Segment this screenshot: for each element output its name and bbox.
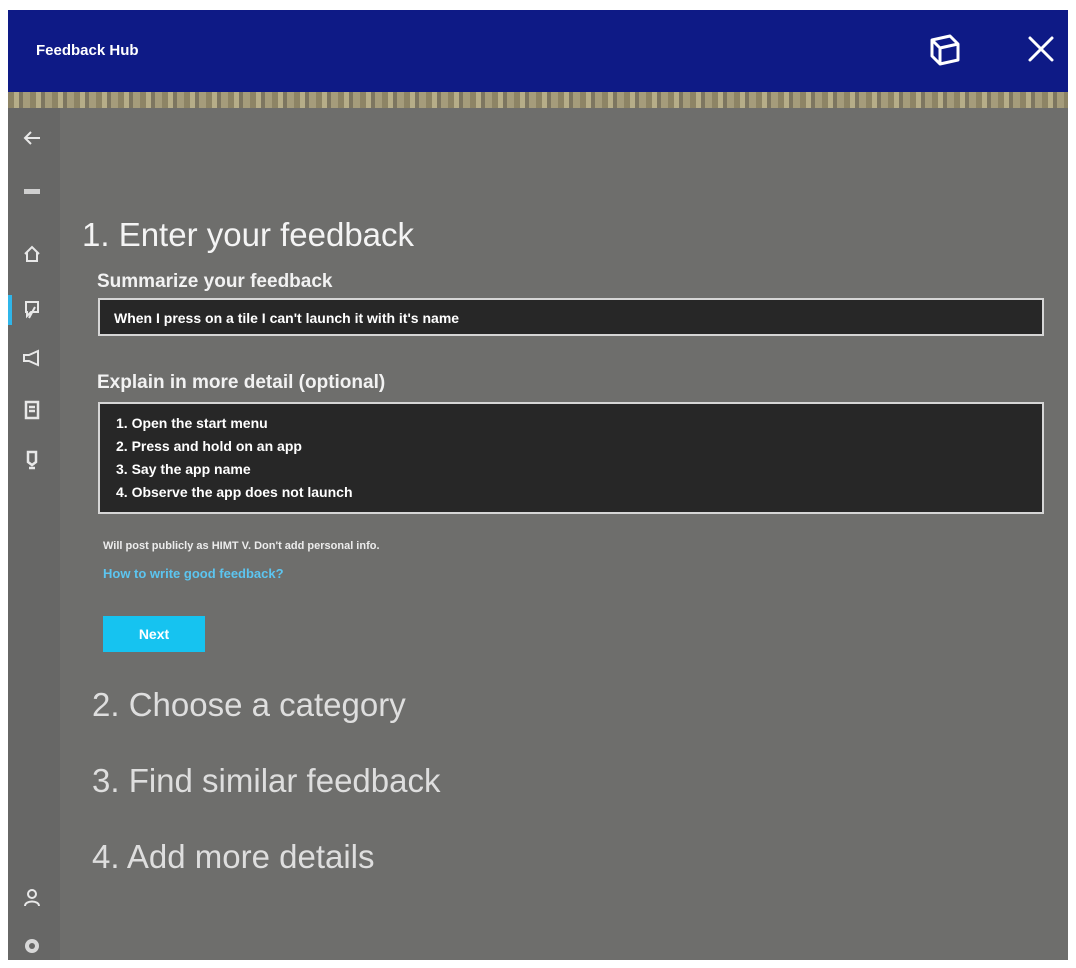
step-1-title: 1. Enter your feedback bbox=[82, 216, 415, 253]
window-edge bbox=[8, 92, 1068, 108]
back-arrow-icon bbox=[14, 126, 50, 150]
step-4-title[interactable]: 4. Add more details bbox=[92, 838, 375, 876]
step-3-title[interactable]: 3. Find similar feedback bbox=[92, 762, 440, 800]
active-indicator bbox=[8, 295, 12, 325]
privacy-notice: Will post publicly as HIMT V. Don't add … bbox=[103, 540, 380, 552]
feedback-icon bbox=[14, 298, 50, 322]
sidebar-item-home[interactable] bbox=[14, 236, 50, 272]
main-content: 1. Enter your feedback Summarize your fe… bbox=[60, 108, 1068, 960]
sidebar-item-profile[interactable] bbox=[14, 880, 50, 916]
sidebar-item-settings[interactable] bbox=[14, 928, 50, 960]
detail-line: 3. Say the app name bbox=[116, 461, 251, 477]
close-icon bbox=[1016, 24, 1066, 74]
detail-textarea[interactable]: 1. Open the start menu 2. Press and hold… bbox=[98, 402, 1044, 514]
quests-icon bbox=[14, 398, 50, 422]
tile-window-button[interactable] bbox=[920, 24, 970, 74]
sidebar-item-achievements[interactable] bbox=[14, 442, 50, 478]
help-link[interactable]: How to write good feedback? bbox=[103, 566, 284, 581]
summary-input[interactable]: When I press on a tile I can't launch it… bbox=[98, 298, 1044, 336]
sidebar-item-quests[interactable] bbox=[14, 392, 50, 428]
tile-window-icon bbox=[920, 24, 970, 74]
app-title: Feedback Hub bbox=[36, 42, 139, 59]
sidebar-item-feedback[interactable] bbox=[14, 292, 50, 328]
detail-label: Explain in more detail (optional) bbox=[97, 372, 386, 393]
sidebar bbox=[8, 108, 60, 960]
detail-line: 4. Observe the app does not launch bbox=[116, 484, 353, 500]
sidebar-item-announcements[interactable] bbox=[14, 340, 50, 376]
step-2-title[interactable]: 2. Choose a category bbox=[92, 686, 406, 724]
sidebar-item-menu[interactable] bbox=[14, 174, 50, 210]
person-icon bbox=[14, 886, 50, 910]
next-button[interactable]: Next bbox=[103, 616, 205, 652]
achievements-icon bbox=[14, 448, 50, 472]
detail-line: 1. Open the start menu bbox=[116, 415, 268, 431]
sidebar-item-back[interactable] bbox=[14, 120, 50, 156]
hamburger-icon bbox=[14, 180, 50, 204]
close-button[interactable] bbox=[1016, 24, 1066, 74]
megaphone-icon bbox=[14, 346, 50, 370]
title-bar: Feedback Hub bbox=[8, 10, 1068, 92]
detail-line: 2. Press and hold on an app bbox=[116, 438, 302, 454]
home-icon bbox=[14, 242, 50, 266]
app-window: Feedback Hub 1. Enter your feedback Summ… bbox=[8, 10, 1068, 960]
gear-icon bbox=[14, 934, 50, 958]
summary-label: Summarize your feedback bbox=[97, 271, 333, 292]
